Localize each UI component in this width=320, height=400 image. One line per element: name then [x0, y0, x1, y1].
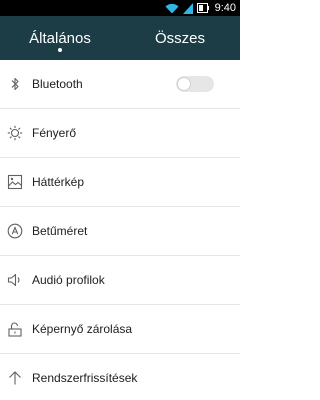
- signal-icon: [182, 2, 193, 14]
- settings-item-brightness[interactable]: Fényerő: [0, 109, 240, 158]
- status-bar: 9:40: [0, 0, 240, 16]
- bluetooth-toggle[interactable]: [176, 76, 214, 92]
- settings-item-wallpaper[interactable]: Háttérkép: [0, 158, 240, 207]
- active-tab-indicator: [58, 48, 62, 52]
- battery-icon: [196, 3, 209, 13]
- speaker-icon: [7, 272, 23, 288]
- toggle-knob: [177, 77, 191, 91]
- font-size-icon: [7, 223, 23, 239]
- settings-item-audio-profiles[interactable]: Audió profilok: [0, 256, 240, 305]
- bluetooth-icon: [7, 76, 23, 92]
- settings-list: Bluetooth Fényerő Háttérkép Betűméret Au…: [0, 60, 240, 400]
- brightness-icon: [7, 125, 23, 141]
- tab-bar: Általános Összes: [0, 16, 240, 60]
- tab-label: Általános: [29, 29, 91, 47]
- settings-item-label: Háttérkép: [32, 175, 85, 189]
- settings-item-bluetooth[interactable]: Bluetooth: [0, 60, 240, 109]
- settings-item-label: Rendszerfrissítések: [32, 371, 138, 385]
- tab-all[interactable]: Összes: [120, 16, 240, 60]
- tab-label: Összes: [154, 29, 205, 47]
- settings-item-label: Bluetooth: [32, 77, 83, 91]
- wallpaper-icon: [7, 174, 23, 190]
- settings-item-screen-lock[interactable]: Képernyő zárolása: [0, 305, 240, 354]
- arrow-up-icon: [7, 370, 23, 386]
- settings-item-system-updates[interactable]: Rendszerfrissítések: [0, 354, 240, 400]
- lock-icon: [7, 321, 23, 337]
- tab-general[interactable]: Általános: [0, 16, 120, 60]
- wifi-icon: [165, 3, 179, 14]
- settings-item-label: Képernyő zárolása: [32, 322, 133, 336]
- settings-item-label: Betűméret: [32, 224, 88, 238]
- settings-item-label: Fényerő: [32, 126, 77, 140]
- settings-item-label: Audió profilok: [32, 273, 105, 287]
- settings-item-font-size[interactable]: Betűméret: [0, 207, 240, 256]
- status-time: 9:40: [214, 2, 236, 14]
